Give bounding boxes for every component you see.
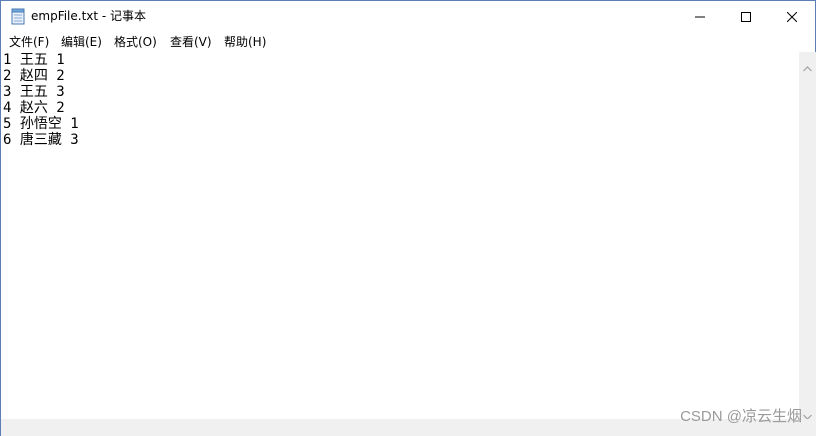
close-button[interactable] (769, 1, 815, 32)
menu-view[interactable]: 查看(V) (170, 34, 212, 50)
text-line: 6 唐三藏 3 (3, 132, 79, 148)
menu-format[interactable]: 格式(O) (114, 34, 157, 50)
menu-edit[interactable]: 编辑(E) (61, 34, 102, 50)
text-line: 2 赵四 2 (3, 68, 65, 84)
minimize-icon (695, 7, 705, 26)
vertical-scrollbar[interactable] (799, 52, 816, 420)
title-bar[interactable]: empFile.txt - 记事本 (1, 1, 815, 32)
text-line: 4 赵六 2 (3, 100, 65, 116)
window-title: empFile.txt - 记事本 (31, 9, 147, 23)
menu-bar: 文件(F) 编辑(E) 格式(O) 查看(V) 帮助(H) (1, 32, 815, 51)
menu-file[interactable]: 文件(F) (9, 34, 49, 50)
notepad-icon (11, 8, 25, 25)
text-line: 5 孙悟空 1 (3, 116, 79, 132)
text-line: 1 王五 1 (3, 52, 65, 68)
text-editor[interactable]: 1 王五 1 2 赵四 2 3 王五 3 4 赵六 2 5 孙悟空 1 6 唐三… (1, 52, 798, 419)
maximize-icon (741, 7, 751, 26)
notepad-window: empFile.txt - 记事本 文件(F) 编辑(E) 格式(O) 查看(V… (0, 0, 816, 436)
minimize-button[interactable] (677, 1, 723, 32)
watermark-text: CSDN @凉云生烟 (680, 408, 802, 425)
maximize-button[interactable] (723, 1, 769, 32)
text-line: 3 王五 3 (3, 84, 65, 100)
menu-help[interactable]: 帮助(H) (224, 34, 266, 50)
close-icon (786, 7, 798, 26)
chevron-up-icon[interactable] (803, 57, 812, 76)
